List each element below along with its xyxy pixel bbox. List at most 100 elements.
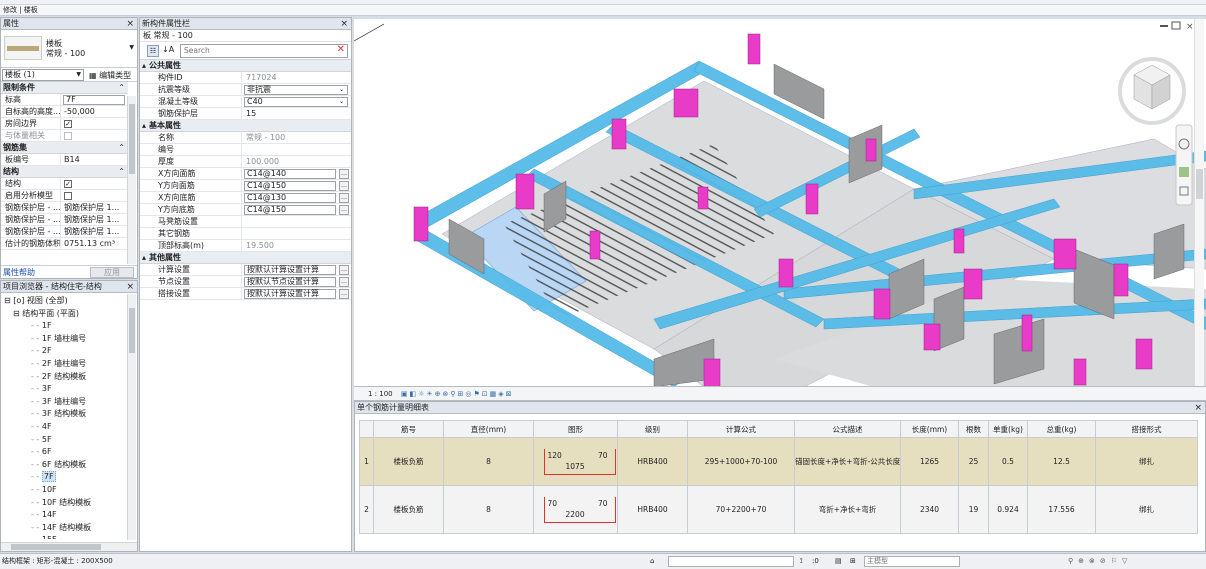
- browser-tree-item[interactable]: - - 2F: [1, 345, 126, 358]
- component-property-row[interactable]: 顶部标高(m) 19.500: [140, 240, 351, 252]
- component-property-row[interactable]: 抗震等级 非抗震 ⌄: [140, 84, 351, 96]
- view-control-icons[interactable]: ▣◧☼☀⊕⊗⚲⊞◎⚑⊡▦◈⊠: [401, 390, 514, 398]
- browser-tree-item[interactable]: - - 6F: [1, 446, 126, 459]
- property-row[interactable]: 房间边界 ✓: [1, 118, 128, 130]
- clear-search-icon[interactable]: ✕: [337, 44, 345, 56]
- browser-tree-item[interactable]: - - 3F 墙柱编号: [1, 396, 126, 409]
- apply-button[interactable]: 应用: [90, 267, 134, 278]
- collapse-triangle-icon[interactable]: ▴: [142, 121, 146, 130]
- properties-help-link[interactable]: 属性帮助: [1, 268, 35, 277]
- browser-tree-item[interactable]: - - 2F 结构模板: [1, 371, 126, 384]
- component-property-row[interactable]: 其它钢筋: [140, 228, 351, 240]
- browser-scrollbar[interactable]: [127, 294, 136, 540]
- properties-scrollbar[interactable]: [127, 96, 136, 264]
- ellipsis-button[interactable]: …: [339, 277, 349, 287]
- component-property-row[interactable]: X方向底筋 C14@130…: [140, 192, 351, 204]
- collapse-icon[interactable]: ⌃: [118, 166, 125, 178]
- property-group-header[interactable]: 钢筋集 ⌃: [1, 142, 128, 154]
- component-property-input[interactable]: 按默认计算设置计算: [244, 265, 336, 275]
- component-property-row[interactable]: 节点设置 按默认节点设置计算…: [140, 276, 351, 288]
- property-row[interactable]: 自标高的高度... -50,000: [1, 106, 128, 118]
- close-icon[interactable]: ×: [126, 18, 134, 30]
- property-row[interactable]: 板编号 B14: [1, 154, 128, 166]
- browser-tree-item[interactable]: - - 7F: [1, 471, 126, 484]
- component-section-header[interactable]: ▴ 公共属性: [140, 60, 351, 72]
- filter-icon[interactable]: ▤: [835, 554, 842, 569]
- property-checkbox[interactable]: ✓: [64, 119, 72, 128]
- property-row[interactable]: 启用分析模型: [1, 190, 128, 202]
- close-icon[interactable]: ×: [1194, 402, 1202, 414]
- browser-tree-item[interactable]: - - 10F 结构模板: [1, 497, 126, 510]
- property-row[interactable]: 钢筋保护层 - ... 钢筋保护层 1...: [1, 214, 128, 226]
- collapse-icon[interactable]: ⌃: [118, 82, 125, 94]
- browser-tree-item[interactable]: - - 4F: [1, 421, 126, 434]
- browser-tree-item[interactable]: - - 1F 墙柱编号: [1, 333, 126, 346]
- component-property-row[interactable]: 编号: [140, 144, 351, 156]
- collapse-triangle-icon[interactable]: ▴: [142, 253, 146, 262]
- 3d-model-view[interactable]: ×: [354, 19, 1206, 387]
- workset-icon[interactable]: ⌂: [650, 554, 654, 569]
- browser-tree-item[interactable]: - - 15F: [1, 534, 126, 539]
- design-options-icon[interactable]: ⊞: [850, 554, 856, 569]
- browser-tree-item[interactable]: - - 14F 结构模板: [1, 522, 126, 535]
- close-icon[interactable]: ×: [340, 18, 348, 30]
- chevron-down-icon[interactable]: ▼: [129, 44, 134, 51]
- browser-tree-item[interactable]: - - 14F: [1, 509, 126, 522]
- ellipsis-button[interactable]: …: [339, 205, 349, 215]
- table-row[interactable]: 2 楼板负筋 8 70 70 2200 HRB400 70+2200+70 弯折+净长+…: [359, 485, 1198, 534]
- component-property-row[interactable]: 搭接设置 按默认计算设置计算…: [140, 288, 351, 300]
- edit-type-button[interactable]: ▦ 编辑类型: [89, 70, 131, 81]
- component-property-row[interactable]: X方向面筋 C14@140…: [140, 168, 351, 180]
- sort-az-icon[interactable]: ↓A: [162, 45, 174, 54]
- property-group-header[interactable]: 限制条件 ⌃: [1, 82, 128, 94]
- component-property-input[interactable]: 按默认节点设置计算: [244, 277, 336, 287]
- component-property-input[interactable]: C14@150: [244, 181, 336, 191]
- view-window-controls[interactable]: ×: [1160, 21, 1194, 32]
- component-property-row[interactable]: 马凳筋设置: [140, 216, 351, 228]
- property-row[interactable]: 钢筋保护层 - ... 钢筋保护层 1...: [1, 226, 128, 238]
- instance-selector[interactable]: 楼板 (1) ▼: [2, 69, 84, 81]
- component-property-input[interactable]: 按默认计算设置计算: [244, 289, 336, 299]
- component-property-input[interactable]: C14@150: [244, 205, 336, 215]
- property-row[interactable]: 估计的钢筋体积 0751.13 cm³: [1, 238, 128, 250]
- component-property-row[interactable]: Y方向底筋 C14@150…: [140, 204, 351, 216]
- ellipsis-button[interactable]: …: [339, 289, 349, 299]
- collapse-triangle-icon[interactable]: ▴: [142, 61, 146, 70]
- browser-tree-item[interactable]: - - 5F: [1, 434, 126, 447]
- component-property-row[interactable]: 计算设置 按默认计算设置计算…: [140, 264, 351, 276]
- component-property-row[interactable]: 厚度 100.000: [140, 156, 351, 168]
- component-property-row[interactable]: Y方向面筋 C14@150…: [140, 180, 351, 192]
- property-row[interactable]: 标高 7F: [1, 94, 128, 106]
- table-row[interactable]: 1 楼板负筋 8 120 70 1075 HRB400 295+1000+70-100…: [359, 437, 1198, 486]
- browser-tree-item[interactable]: - - 6F 结构模板: [1, 459, 126, 472]
- component-property-select[interactable]: 非抗震 ⌄: [244, 85, 348, 95]
- ellipsis-button[interactable]: …: [339, 193, 349, 203]
- selection-options-icons[interactable]: ⚲⊕⊗⊘⚐▽: [1068, 554, 1132, 569]
- 3d-viewport[interactable]: ×: [354, 19, 1206, 387]
- component-property-row[interactable]: 钢筋保护层 15: [140, 108, 351, 120]
- property-row[interactable]: 结构 ✓: [1, 178, 128, 190]
- navigation-bar[interactable]: [1175, 124, 1193, 206]
- ellipsis-button[interactable]: …: [339, 181, 349, 191]
- component-property-input[interactable]: C14@140: [244, 169, 336, 179]
- property-row[interactable]: 与体量相关: [1, 130, 128, 142]
- component-section-header[interactable]: ▴ 其他属性: [140, 252, 351, 264]
- browser-tree-item[interactable]: ⊟ [o] 视图 (全部): [1, 295, 126, 308]
- component-property-row[interactable]: 构件ID 717024: [140, 72, 351, 84]
- property-value-input[interactable]: 7F: [63, 95, 125, 105]
- component-property-select[interactable]: C40 ⌄: [244, 97, 348, 107]
- model-dropdown[interactable]: 主模型: [864, 556, 960, 567]
- component-property-row[interactable]: 混凝土等级 C40 ⌄: [140, 96, 351, 108]
- component-section-header[interactable]: ▴ 基本属性: [140, 120, 351, 132]
- property-group-header[interactable]: 结构 ⌃: [1, 166, 128, 178]
- close-icon[interactable]: ×: [126, 281, 134, 293]
- viewport-scrollbar[interactable]: [1194, 19, 1204, 386]
- view-scale[interactable]: 1 : 100: [368, 390, 393, 398]
- collapse-icon[interactable]: ⌃: [118, 142, 125, 154]
- type-selector[interactable]: 楼板 常规 - 100 ▼: [1, 30, 137, 68]
- property-checkbox[interactable]: [64, 191, 72, 200]
- workset-dropdown[interactable]: [668, 556, 794, 567]
- browser-tree-item[interactable]: ⊟ 结构平面 (平面): [1, 308, 126, 321]
- view-cube-icon[interactable]: [1118, 57, 1186, 125]
- search-input[interactable]: [184, 46, 324, 55]
